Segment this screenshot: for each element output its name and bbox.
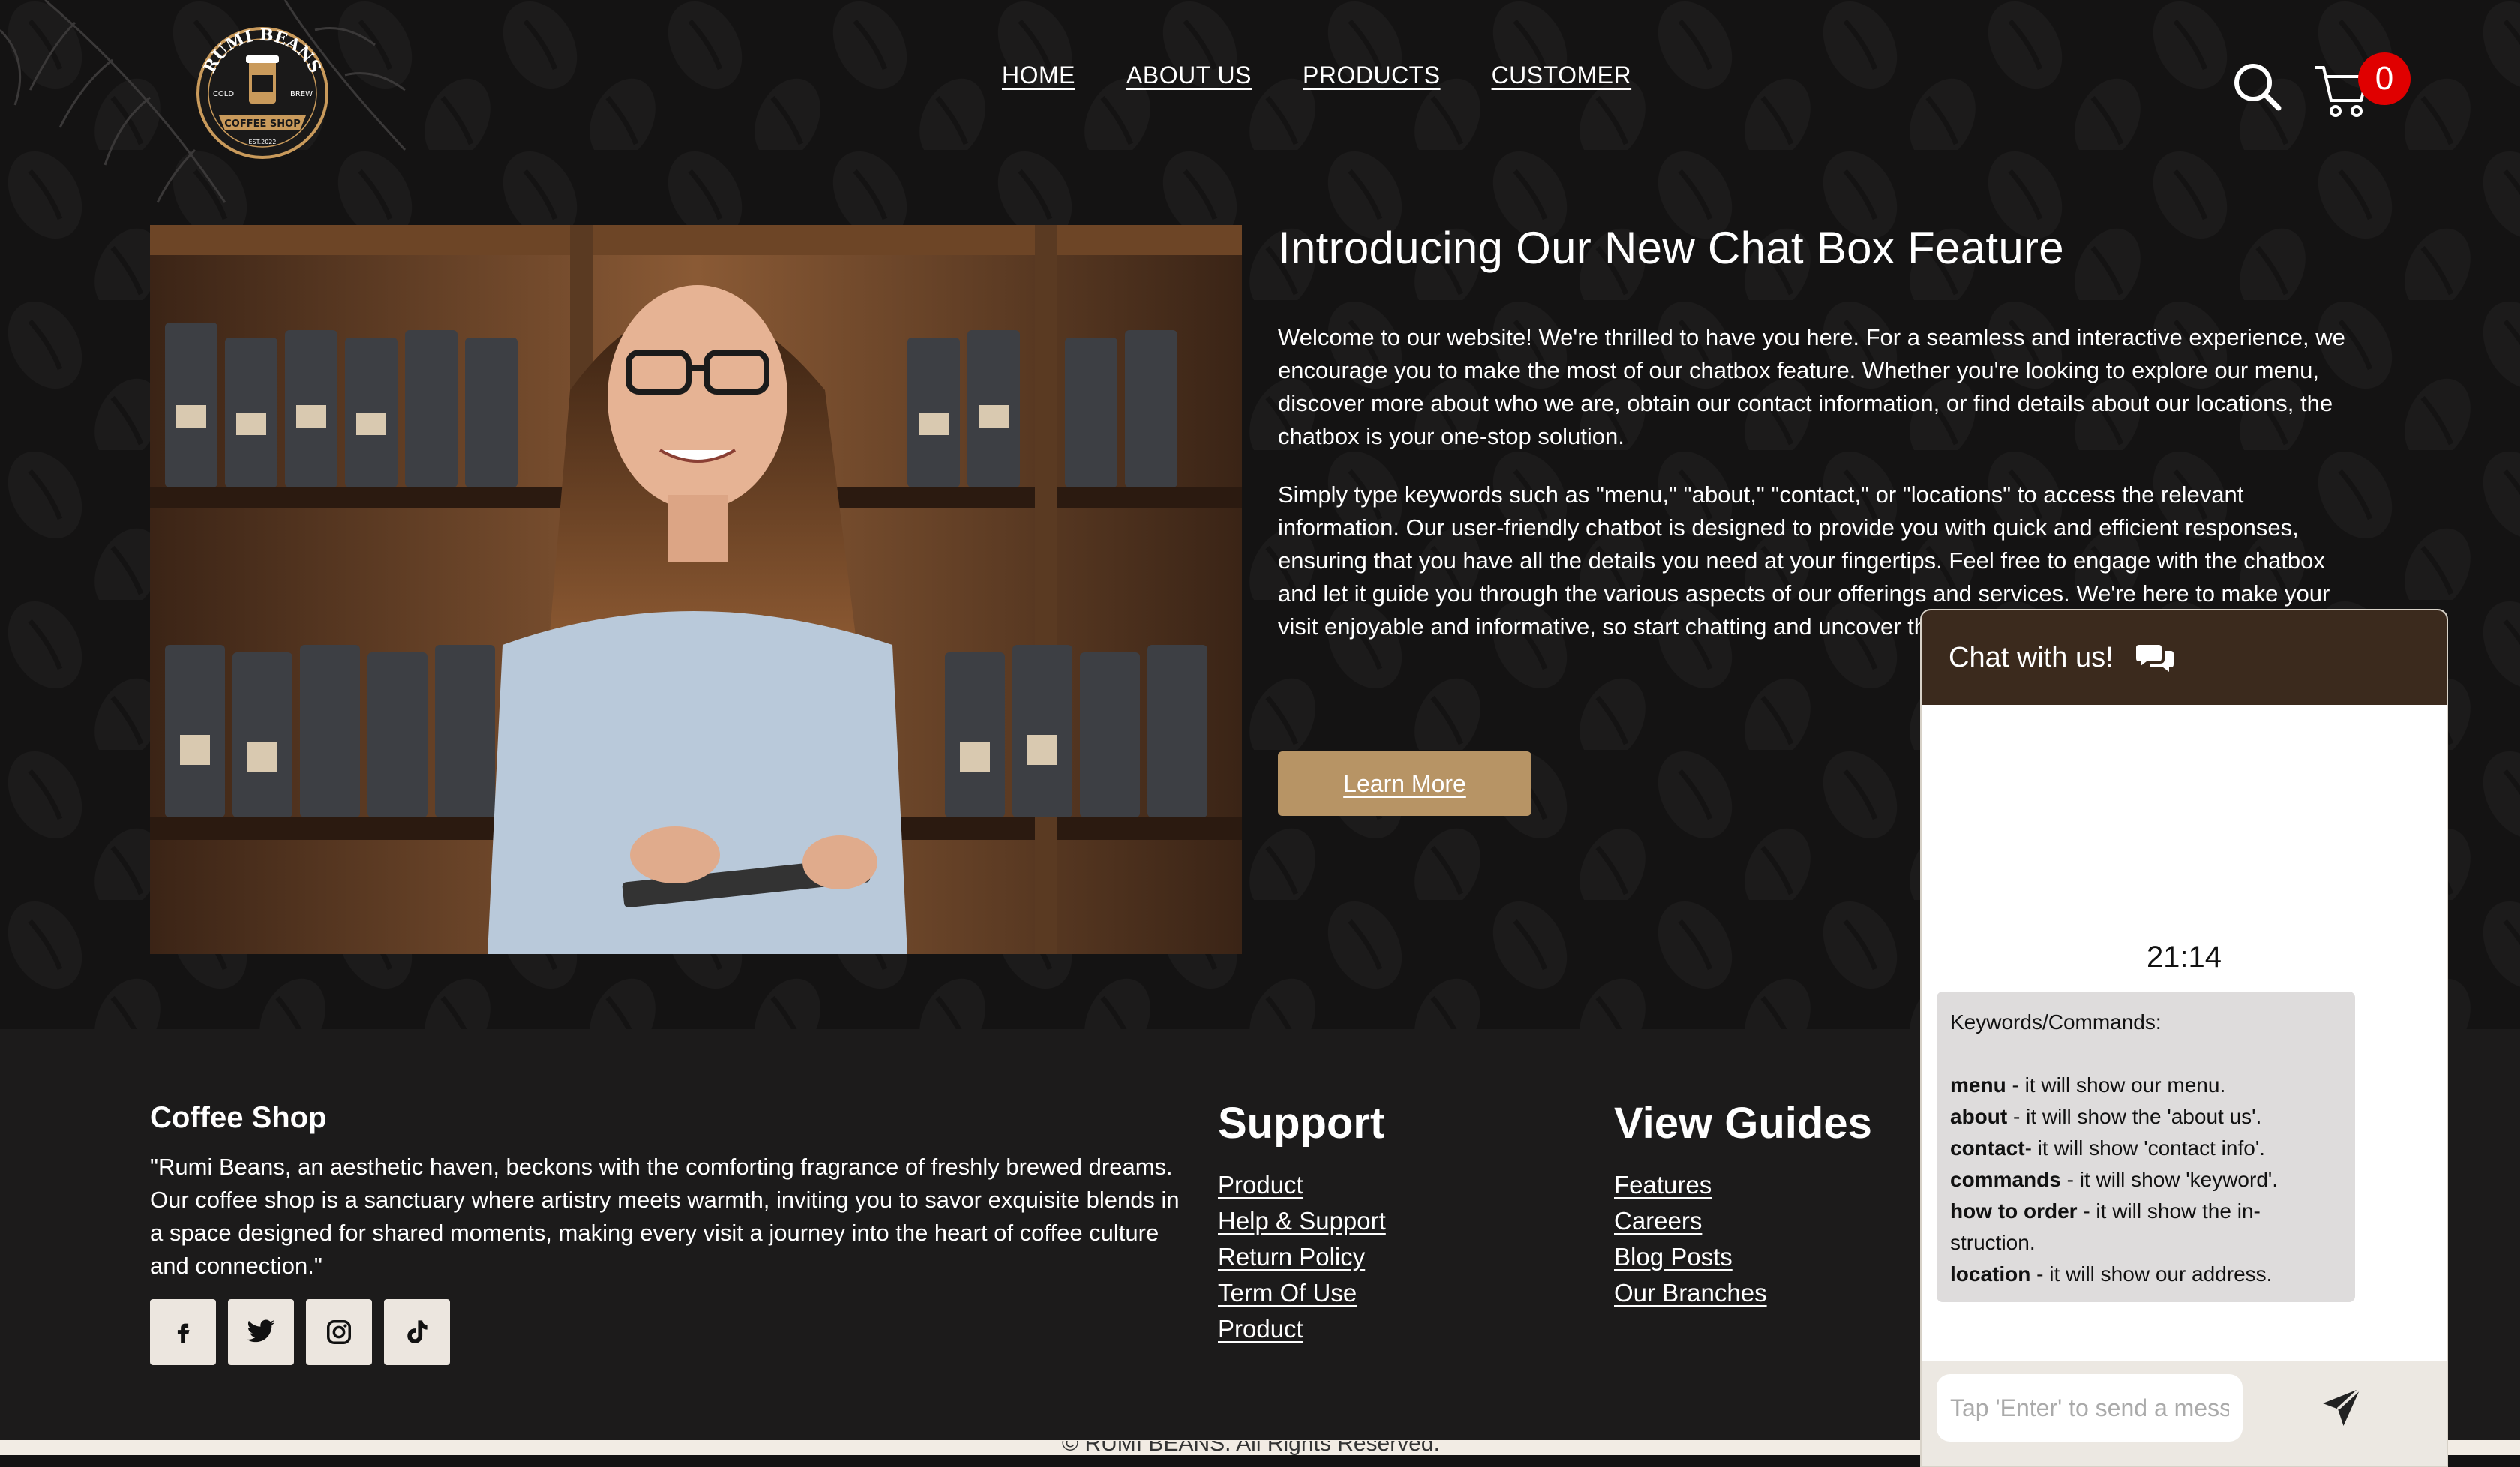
support-link-product-2[interactable]: Product bbox=[1218, 1312, 1386, 1346]
footer-description: "Rumi Beans, an aesthetic haven, beckons… bbox=[150, 1154, 1180, 1279]
nav-home[interactable]: HOME bbox=[1002, 62, 1076, 89]
learn-more-button[interactable]: Learn More bbox=[1278, 752, 1532, 816]
chat-message-input[interactable] bbox=[1936, 1374, 2242, 1442]
nav-customer[interactable]: CUSTOMER bbox=[1492, 62, 1632, 89]
copyright-label: © RUMI BEANS. All Rights Reserved. bbox=[1062, 1441, 1440, 1456]
command-key: location bbox=[1950, 1262, 2031, 1286]
support-title: Support bbox=[1218, 1099, 1385, 1148]
support-link-help[interactable]: Help & Support bbox=[1218, 1204, 1386, 1238]
hero-image bbox=[150, 225, 1242, 954]
social-links bbox=[150, 1299, 450, 1365]
search-icon[interactable] bbox=[2230, 60, 2283, 112]
guides-link-features[interactable]: Features bbox=[1614, 1168, 1767, 1202]
command-key: contact bbox=[1950, 1136, 2025, 1160]
command-desc: - it will show our menu. bbox=[2006, 1073, 2226, 1096]
chat-widget: Chat with us! 21:14 Keywords/Commands: m… bbox=[1920, 609, 2448, 1467]
command-line: contact- it will show 'contact info'. bbox=[1950, 1132, 2342, 1164]
guides-link-careers[interactable]: Careers bbox=[1614, 1204, 1767, 1238]
svg-text:EST.2022: EST.2022 bbox=[249, 139, 277, 146]
command-key: about bbox=[1950, 1105, 2008, 1128]
command-line: about - it will show the 'about us'. bbox=[1950, 1101, 2342, 1132]
command-line: commands - it will show 'keyword'. bbox=[1950, 1164, 2342, 1196]
main-nav: HOME ABOUT US PRODUCTS CUSTOMER bbox=[1002, 62, 1631, 89]
guides-link-blog-posts[interactable]: Blog Posts bbox=[1614, 1240, 1767, 1274]
svg-text:BREW: BREW bbox=[290, 90, 313, 98]
cart-count-badge: 0 bbox=[2358, 52, 2410, 105]
nav-products[interactable]: PRODUCTS bbox=[1303, 62, 1441, 89]
command-line: menu - it will show our menu. bbox=[1950, 1070, 2342, 1101]
chat-timestamp: 21:14 bbox=[2146, 940, 2222, 974]
command-line: location - it will show our address. bbox=[1950, 1258, 2342, 1290]
tiktok-icon[interactable] bbox=[384, 1299, 450, 1365]
svg-text:COFFEE SHOP: COFFEE SHOP bbox=[224, 118, 300, 130]
command-key: how to order bbox=[1950, 1199, 2078, 1222]
nav-about-us[interactable]: ABOUT US bbox=[1126, 62, 1252, 89]
hero-paragraph-1: Welcome to our website! We're thrilled t… bbox=[1278, 324, 2345, 449]
commands-heading: Keywords/Commands: bbox=[1950, 1010, 2162, 1034]
guides-link-our-branches[interactable]: Our Branches bbox=[1614, 1276, 1767, 1310]
facebook-icon[interactable] bbox=[150, 1299, 216, 1365]
command-desc: - it will show 'keyword'. bbox=[2060, 1168, 2278, 1191]
command-key: menu bbox=[1950, 1073, 2006, 1096]
send-icon[interactable] bbox=[2319, 1384, 2364, 1430]
hero-title: Introducing Our New Chat Box Feature bbox=[1278, 223, 2064, 273]
command-key: commands bbox=[1950, 1168, 2061, 1191]
bot-message-bubble: Keywords/Commands: menu - it will show o… bbox=[1936, 992, 2355, 1302]
support-link-term-of-use[interactable]: Term Of Use bbox=[1218, 1276, 1386, 1310]
view-guides-title: View Guides bbox=[1614, 1099, 1872, 1148]
twitter-icon[interactable] bbox=[228, 1299, 294, 1365]
chat-bubbles-icon bbox=[2135, 645, 2174, 672]
support-links: Product Help & Support Return Policy Ter… bbox=[1218, 1168, 1386, 1346]
svg-text:COLD: COLD bbox=[213, 90, 234, 98]
site-header: RUMI BEANS COLD BREW COFFEE SHOP EST.202… bbox=[0, 0, 2520, 159]
copyright-text: © RUMI BEANS. All Rights Reserved. bbox=[1062, 1441, 1440, 1456]
chat-input-bar bbox=[1922, 1360, 2446, 1466]
command-line: how to order - it will show the in-struc… bbox=[1950, 1196, 2342, 1258]
rumi-beans-logo[interactable]: RUMI BEANS COLD BREW COFFEE SHOP EST.202… bbox=[180, 10, 345, 176]
support-link-product[interactable]: Product bbox=[1218, 1168, 1386, 1202]
command-desc: - it will show 'contact info'. bbox=[2024, 1136, 2265, 1160]
chat-header[interactable]: Chat with us! bbox=[1922, 610, 2446, 705]
footer-title: Coffee Shop bbox=[150, 1101, 327, 1134]
instagram-icon[interactable] bbox=[306, 1299, 372, 1365]
command-desc: - it will show our address. bbox=[2030, 1262, 2272, 1286]
command-desc: - it will show the 'about us'. bbox=[2007, 1105, 2262, 1128]
chat-title: Chat with us! bbox=[1948, 641, 2114, 674]
guides-links: Features Careers Blog Posts Our Branches bbox=[1614, 1168, 1767, 1310]
support-link-return-policy[interactable]: Return Policy bbox=[1218, 1240, 1386, 1274]
